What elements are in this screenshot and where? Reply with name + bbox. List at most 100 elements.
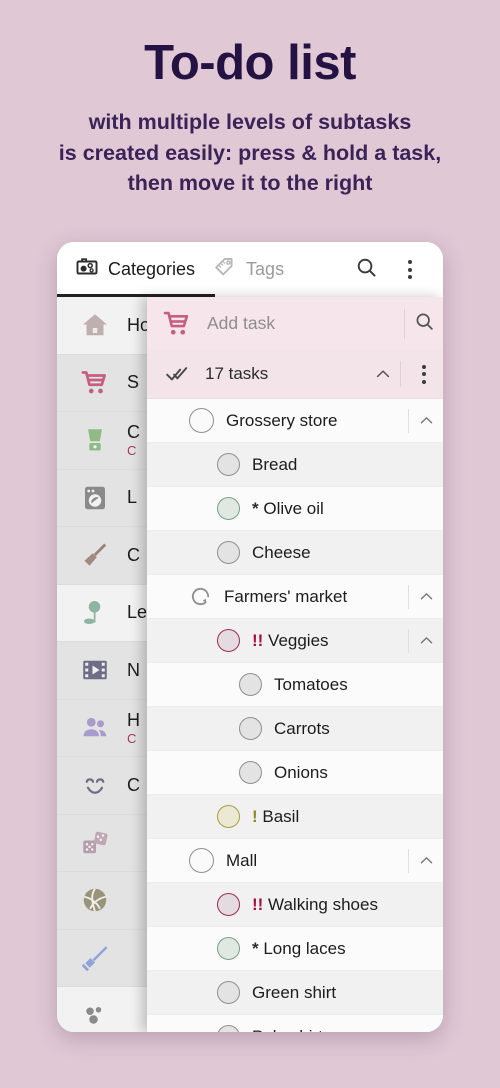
page-subtitle: with multiple levels of subtasks is creat… xyxy=(0,89,500,199)
task-row[interactable]: Cheese xyxy=(147,531,443,575)
dice-icon xyxy=(77,825,113,861)
task-label: !! Veggies xyxy=(252,630,329,650)
task-checkbox[interactable] xyxy=(217,937,240,960)
add-task-input[interactable]: Add task xyxy=(207,313,404,334)
sidebar-item-label: C xyxy=(127,422,140,443)
sidebar-item-label: N xyxy=(127,659,140,680)
sidebar-item-label: L xyxy=(127,487,138,508)
task-row[interactable]: Mall xyxy=(147,839,443,883)
task-row-actions xyxy=(408,844,443,878)
task-row[interactable]: Green shirt xyxy=(147,971,443,1015)
sidebar-item-text: S xyxy=(127,372,139,393)
task-row-actions xyxy=(408,580,443,614)
sword-icon xyxy=(77,940,113,976)
task-checkbox[interactable] xyxy=(217,1025,240,1032)
task-label: ! Basil xyxy=(252,806,300,826)
people-icon xyxy=(77,710,113,746)
add-task-bar[interactable]: Add task xyxy=(147,297,443,350)
tab-categories-label: Categories xyxy=(108,259,196,279)
sidebar-item-text: C xyxy=(127,775,140,796)
double-check-icon xyxy=(159,355,197,393)
task-row[interactable]: * Long laces xyxy=(147,927,443,971)
house-icon xyxy=(77,307,113,343)
page-subtitle-line-0: with multiple levels of subtasks xyxy=(88,110,412,135)
task-checkbox[interactable] xyxy=(217,629,240,652)
sidebar-item-text: N xyxy=(127,660,140,681)
task-label: * Long laces xyxy=(252,938,346,958)
promo-header: To-do list with multiple levels of subta… xyxy=(0,0,500,230)
task-checkbox[interactable] xyxy=(189,408,214,433)
overflow-menu-button[interactable] xyxy=(391,251,429,289)
tab-tags-label: Tags xyxy=(246,259,285,279)
chevron-up-icon[interactable] xyxy=(409,844,443,878)
task-row-actions xyxy=(408,624,443,658)
task-row[interactable]: * Olive oil xyxy=(147,487,443,531)
task-row[interactable]: Farmers' market xyxy=(147,575,443,619)
task-row[interactable]: Polo shirt xyxy=(147,1015,443,1032)
search-button[interactable] xyxy=(347,251,385,289)
chevron-up-icon[interactable] xyxy=(409,580,443,614)
broom-icon xyxy=(77,537,113,573)
task-counter-row[interactable]: 17 tasks xyxy=(147,350,443,399)
panel-search-button[interactable] xyxy=(405,305,443,343)
page-subtitle-line-1: is created easily: press & hold a task, xyxy=(58,140,442,165)
washing-machine-icon xyxy=(77,480,113,516)
blender-icon xyxy=(77,422,113,458)
shopping-cart-icon xyxy=(77,365,113,401)
divider xyxy=(400,361,401,387)
panel-overflow-button[interactable] xyxy=(405,355,443,393)
chevron-up-icon[interactable] xyxy=(409,624,443,658)
task-count-label: 17 tasks xyxy=(205,364,269,383)
tag-icon xyxy=(213,255,237,284)
sidebar-item-label: C xyxy=(127,774,140,795)
header-actions xyxy=(347,251,443,289)
sidebar-item-text: C xyxy=(127,545,140,566)
film-icon xyxy=(77,652,113,688)
sidebar-item-text: L xyxy=(127,487,137,508)
phone-screenshot-card: Categories Tags S C C L C Lei N H C C Ad… xyxy=(57,242,443,1032)
task-row[interactable]: Onions xyxy=(147,751,443,795)
balls-icon xyxy=(77,997,113,1032)
task-checkbox[interactable] xyxy=(217,497,240,520)
task-checkbox[interactable] xyxy=(217,541,240,564)
task-checkbox[interactable] xyxy=(217,453,240,476)
task-panel: Add task 17 tasks Grossery store Bread *… xyxy=(147,297,443,1032)
task-label: Mall xyxy=(226,850,258,870)
tree-icon xyxy=(77,595,113,631)
task-label: Cheese xyxy=(252,542,311,562)
task-row[interactable]: Grossery store xyxy=(147,399,443,443)
task-checkbox[interactable] xyxy=(217,893,240,916)
task-row[interactable]: Tomatoes xyxy=(147,663,443,707)
tab-categories[interactable]: Categories xyxy=(57,242,195,297)
task-label: Onions xyxy=(274,762,328,782)
sidebar-item-text: HC xyxy=(127,710,140,746)
task-label: Green shirt xyxy=(252,982,337,1002)
task-checkbox[interactable] xyxy=(189,848,214,873)
task-checkbox[interactable] xyxy=(217,981,240,1004)
page-subtitle-line-2: then move it to the right xyxy=(127,171,373,196)
recurring-icon[interactable] xyxy=(189,585,212,608)
overflow-menu-icon xyxy=(408,260,412,279)
task-row[interactable]: ! Basil xyxy=(147,795,443,839)
sidebar-item-label: S xyxy=(127,372,140,393)
task-checkbox[interactable] xyxy=(239,717,262,740)
task-row[interactable]: !! Walking shoes xyxy=(147,883,443,927)
priority-marker: * xyxy=(252,938,264,958)
page-title: To-do list xyxy=(144,36,356,90)
sidebar-item-label: H xyxy=(127,709,140,730)
search-icon xyxy=(414,311,435,337)
task-row[interactable]: Bread xyxy=(147,443,443,487)
collapse-all-button[interactable] xyxy=(366,357,400,391)
task-checkbox[interactable] xyxy=(239,673,262,696)
tab-tags[interactable]: Tags xyxy=(195,242,284,297)
task-label: !! Walking shoes xyxy=(252,894,378,914)
task-checkbox[interactable] xyxy=(217,805,240,828)
task-checkbox[interactable] xyxy=(239,761,262,784)
shopping-cart-icon xyxy=(157,304,197,344)
task-row[interactable]: Carrots xyxy=(147,707,443,751)
sidebar-item-sublabel: C xyxy=(127,730,137,746)
chevron-up-icon[interactable] xyxy=(409,404,443,438)
task-label: Carrots xyxy=(274,718,330,738)
sidebar-item-label: C xyxy=(127,544,140,565)
task-row[interactable]: !! Veggies xyxy=(147,619,443,663)
